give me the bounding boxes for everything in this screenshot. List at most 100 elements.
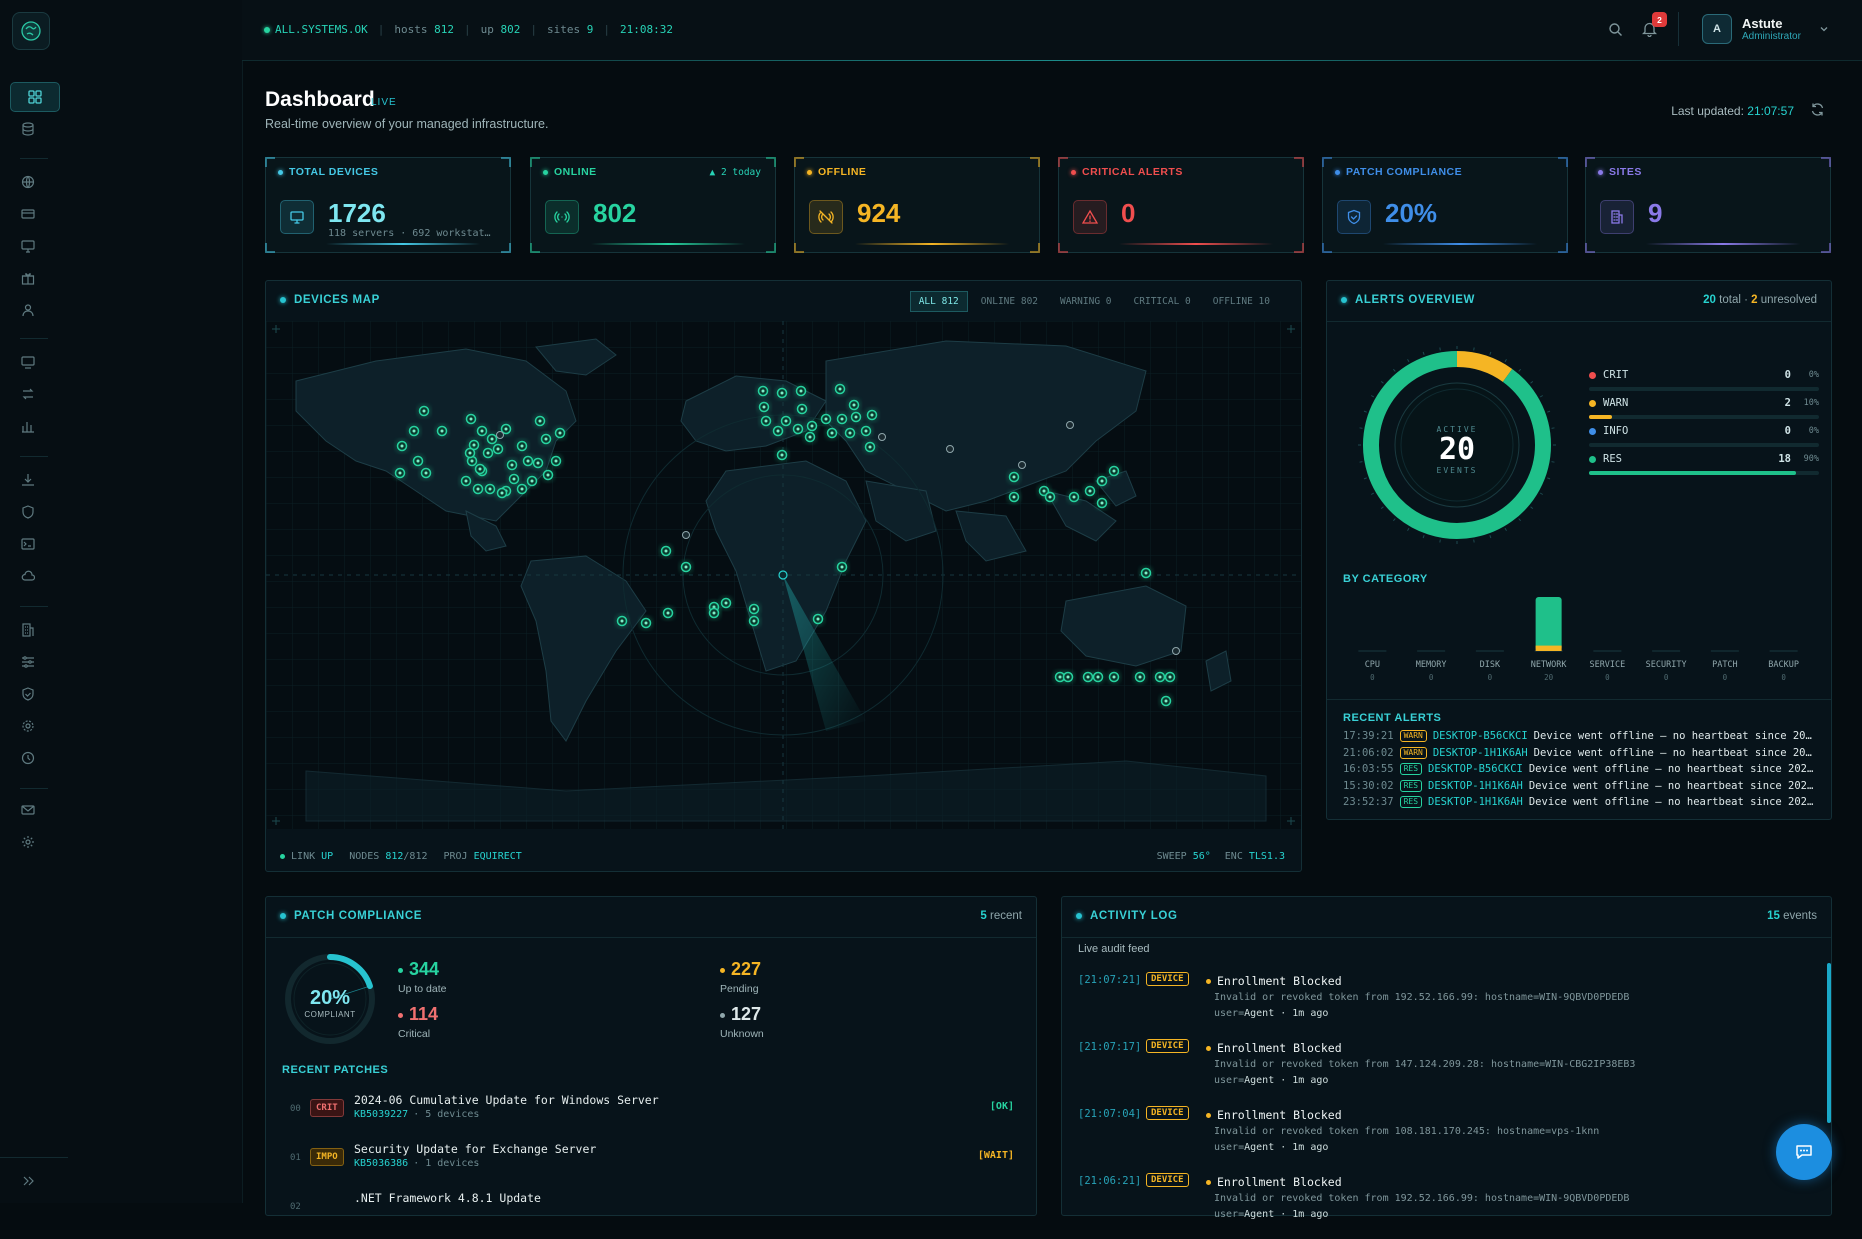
kpi-card-sites[interactable]: SITES 9 (1585, 157, 1831, 253)
category-count: 0 (1605, 673, 1610, 682)
kpi-corner (1585, 157, 1595, 167)
device-marker (1007, 490, 1021, 504)
sidebar-item-settings[interactable] (14, 828, 42, 856)
alerts-donut-chart: ACTIVE 20 EVENTS (1358, 346, 1556, 544)
device-marker (811, 612, 825, 626)
patch-row[interactable]: 00 CRIT 2024-06 Cumulative Update for Wind… (282, 1093, 1022, 1137)
category-name: BACKUP (1768, 660, 1799, 670)
activity-event[interactable]: [21:06:21] DEVICE Enrollment Blocked Invali… (1078, 1173, 1818, 1239)
kpi-card-offline[interactable]: OFFLINE 924 (794, 157, 1040, 253)
donut-tick (1392, 368, 1396, 372)
event-title-text: Enrollment Blocked (1217, 1175, 1342, 1189)
sidebar-item-remote[interactable] (14, 348, 42, 376)
donut-tick (1504, 359, 1507, 363)
map-tab-all[interactable]: ALL 812 (909, 291, 968, 312)
sidebar-item-messages[interactable] (14, 796, 42, 824)
event-ago: · 1m ago (1280, 1142, 1329, 1153)
recent-alert-row[interactable]: 15:30:02 RES DESKTOP-1H1K6AH Device went of… (1343, 779, 1817, 792)
alert-host[interactable]: DESKTOP-B56CKCI (1428, 763, 1523, 775)
by-category-title: BY CATEGORY (1343, 573, 1428, 585)
donut-tick (1392, 518, 1396, 522)
kpi-card-patch-compliance[interactable]: PATCH COMPLIANCE 20% (1322, 157, 1568, 253)
sidebar-gutter (68, 0, 243, 1203)
map-tab-critical[interactable]: CRITICAL 0 (1125, 291, 1200, 312)
device-marker (463, 446, 477, 460)
device-marker (1095, 496, 1109, 510)
device-marker (393, 466, 407, 480)
sidebar-item-globe[interactable] (14, 168, 42, 196)
patch-kb-id[interactable]: KB5036386 (354, 1158, 408, 1169)
event-ago: · 1m ago (1280, 1075, 1329, 1086)
sidebar-item-tuning[interactable] (14, 648, 42, 676)
app-logo[interactable] (12, 12, 50, 50)
search-button[interactable] (1608, 22, 1623, 37)
device-marker (835, 560, 849, 574)
kpi-corner (265, 243, 275, 253)
sidebar-item-cloud[interactable] (14, 562, 42, 590)
refresh-button[interactable] (1810, 102, 1825, 117)
sidebar-item-policies[interactable] (14, 680, 42, 708)
alert-host[interactable]: DESKTOP-1H1K6AH (1428, 796, 1523, 808)
alert-host[interactable]: DESKTOP-B56CKCI (1433, 730, 1528, 742)
alert-host[interactable]: DESKTOP-1H1K6AH (1428, 780, 1523, 792)
sidebar-item-reports[interactable] (14, 412, 42, 440)
device-marker (549, 454, 563, 468)
sidebar-item-users[interactable] (14, 296, 42, 324)
event-time: [21:06:21] (1078, 1175, 1142, 1187)
user-menu[interactable]: A Astute Administrator (1702, 14, 1829, 44)
kpi-label: OFFLINE (807, 166, 866, 178)
device-marker (1107, 464, 1121, 478)
sidebar-item-dashboard[interactable] (10, 82, 60, 112)
recent-alert-row[interactable]: 21:06:02 WARN DESKTOP-1H1K6AH Device went o… (1343, 746, 1817, 759)
device-marker (759, 414, 773, 428)
sidebar-item-packages[interactable] (14, 264, 42, 292)
kpi-value: 802 (593, 198, 637, 228)
activity-scrollbar[interactable] (1827, 963, 1831, 1123)
sidebar-expand-button[interactable] (14, 1167, 42, 1195)
sidebar-item-sites[interactable] (14, 616, 42, 644)
kpi-card-total-devices[interactable]: TOTAL DEVICES 1726 118 servers · 692 works… (265, 157, 511, 253)
patch-row[interactable]: 01 IMPO Security Update for Exchange Serve… (282, 1142, 1022, 1186)
kpi-value: 1726 (328, 198, 386, 228)
sidebar-item-devices[interactable] (14, 232, 42, 260)
sidebar-item-transfers[interactable] (14, 380, 42, 408)
activity-count: 15 events (1767, 910, 1817, 922)
terminal-icon (21, 538, 35, 550)
legend-count: 0 (1784, 369, 1791, 381)
recent-alert-row[interactable]: 23:52:37 RES DESKTOP-1H1K6AH Device went of… (1343, 796, 1817, 809)
alert-host[interactable]: DESKTOP-1H1K6AH (1433, 747, 1528, 759)
activity-event[interactable]: [21:07:17] DEVICE Enrollment Blocked Invali… (1078, 1039, 1818, 1105)
world-map[interactable] (266, 321, 1301, 829)
patch-row[interactable]: 02 .NET Framework 4.8.1 Update (282, 1191, 1022, 1235)
kpi-card-online[interactable]: ONLINE ▲ 2 today 802 (530, 157, 776, 253)
patch-index: 01 (290, 1153, 301, 1163)
recent-alert-row[interactable]: 16:03:55 RES DESKTOP-B56CKCI Device went of… (1343, 763, 1817, 776)
alert-time: 15:30:02 (1343, 779, 1394, 792)
notifications-button[interactable]: 2 (1642, 12, 1667, 37)
sidebar-item-terminal[interactable] (14, 530, 42, 558)
device-marker (747, 602, 761, 616)
sidebar-item-automation[interactable] (14, 712, 42, 740)
map-tab-offline[interactable]: OFFLINE 10 (1204, 291, 1279, 312)
sidebar-item-cards[interactable] (14, 200, 42, 228)
sidebar-item-database[interactable] (14, 115, 42, 143)
sidebar-item-history[interactable] (14, 744, 42, 772)
sidebar-item-downloads[interactable] (14, 466, 42, 494)
event-user: user=Agent · 1m ago (1214, 1142, 1328, 1153)
activity-event[interactable]: [21:07:21] DEVICE Enrollment Blocked Invali… (1078, 972, 1818, 1038)
patch-name: 2024-06 Cumulative Update for Windows Se… (354, 1093, 659, 1107)
chat-button[interactable] (1776, 1124, 1832, 1180)
map-tab-warning[interactable]: WARNING 0 (1051, 291, 1121, 312)
device-marker (411, 454, 425, 468)
kpi-card-critical-alerts[interactable]: CRITICAL ALERTS 0 (1058, 157, 1304, 253)
sidebar-item-security[interactable] (14, 498, 42, 526)
activity-title: ACTIVITY LOG (1076, 910, 1178, 922)
activity-event[interactable]: [21:07:04] DEVICE Enrollment Blocked Invali… (1078, 1106, 1818, 1172)
patch-kb-id[interactable]: KB5039227 (354, 1109, 408, 1120)
kpi-corner (794, 243, 804, 253)
device-marker (803, 430, 817, 444)
recent-alert-row[interactable]: 17:39:21 WARN DESKTOP-B56CKCI Device went o… (1343, 730, 1817, 742)
kpi-dot (807, 169, 812, 175)
map-tab-online[interactable]: ONLINE 802 (972, 291, 1047, 312)
card-icon (21, 209, 35, 219)
